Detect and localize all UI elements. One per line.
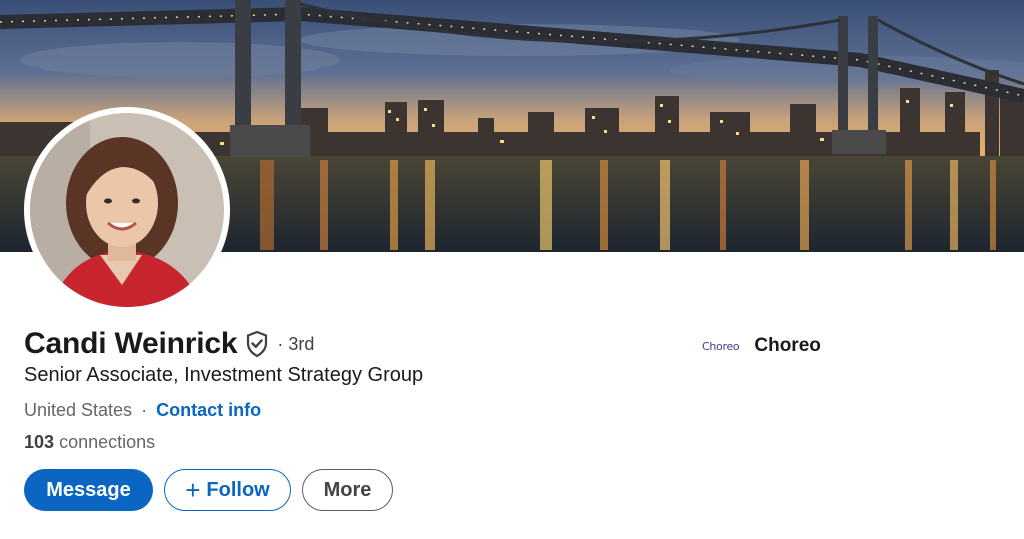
company-logo: Choreo	[702, 339, 740, 353]
follow-button-label: Follow	[206, 478, 270, 501]
profile-headline: Senior Associate, Investment Strategy Gr…	[24, 364, 424, 386]
message-button-label: Message	[46, 478, 131, 501]
profile-photo[interactable]	[24, 107, 230, 313]
profile-card: Candi Weinrick · 3rd Senior Associate, I…	[0, 0, 1024, 539]
follow-button[interactable]: + Follow	[164, 469, 291, 511]
profile-location: United States	[24, 400, 133, 420]
company-name: Choreo	[754, 335, 821, 356]
connections-summary[interactable]: 103 connections	[24, 432, 155, 453]
connections-count: 103	[24, 432, 55, 452]
profile-actions: Message + Follow More	[24, 469, 393, 511]
name-row: Candi Weinrick · 3rd	[24, 326, 314, 362]
current-company[interactable]: Choreo Choreo	[702, 334, 821, 358]
profile-name: Candi Weinrick	[24, 327, 238, 360]
plus-icon: +	[185, 475, 201, 505]
connection-degree: · 3rd	[277, 333, 315, 354]
connections-label: connections	[59, 432, 156, 452]
more-button-label: More	[323, 478, 372, 501]
shield-check-icon[interactable]	[245, 330, 269, 358]
contact-info-link[interactable]: Contact info	[156, 400, 261, 420]
more-button[interactable]: More	[302, 469, 393, 511]
message-button[interactable]: Message	[24, 469, 153, 511]
separator-dot: ·	[141, 400, 148, 420]
location-row: United States · Contact info	[24, 400, 261, 421]
